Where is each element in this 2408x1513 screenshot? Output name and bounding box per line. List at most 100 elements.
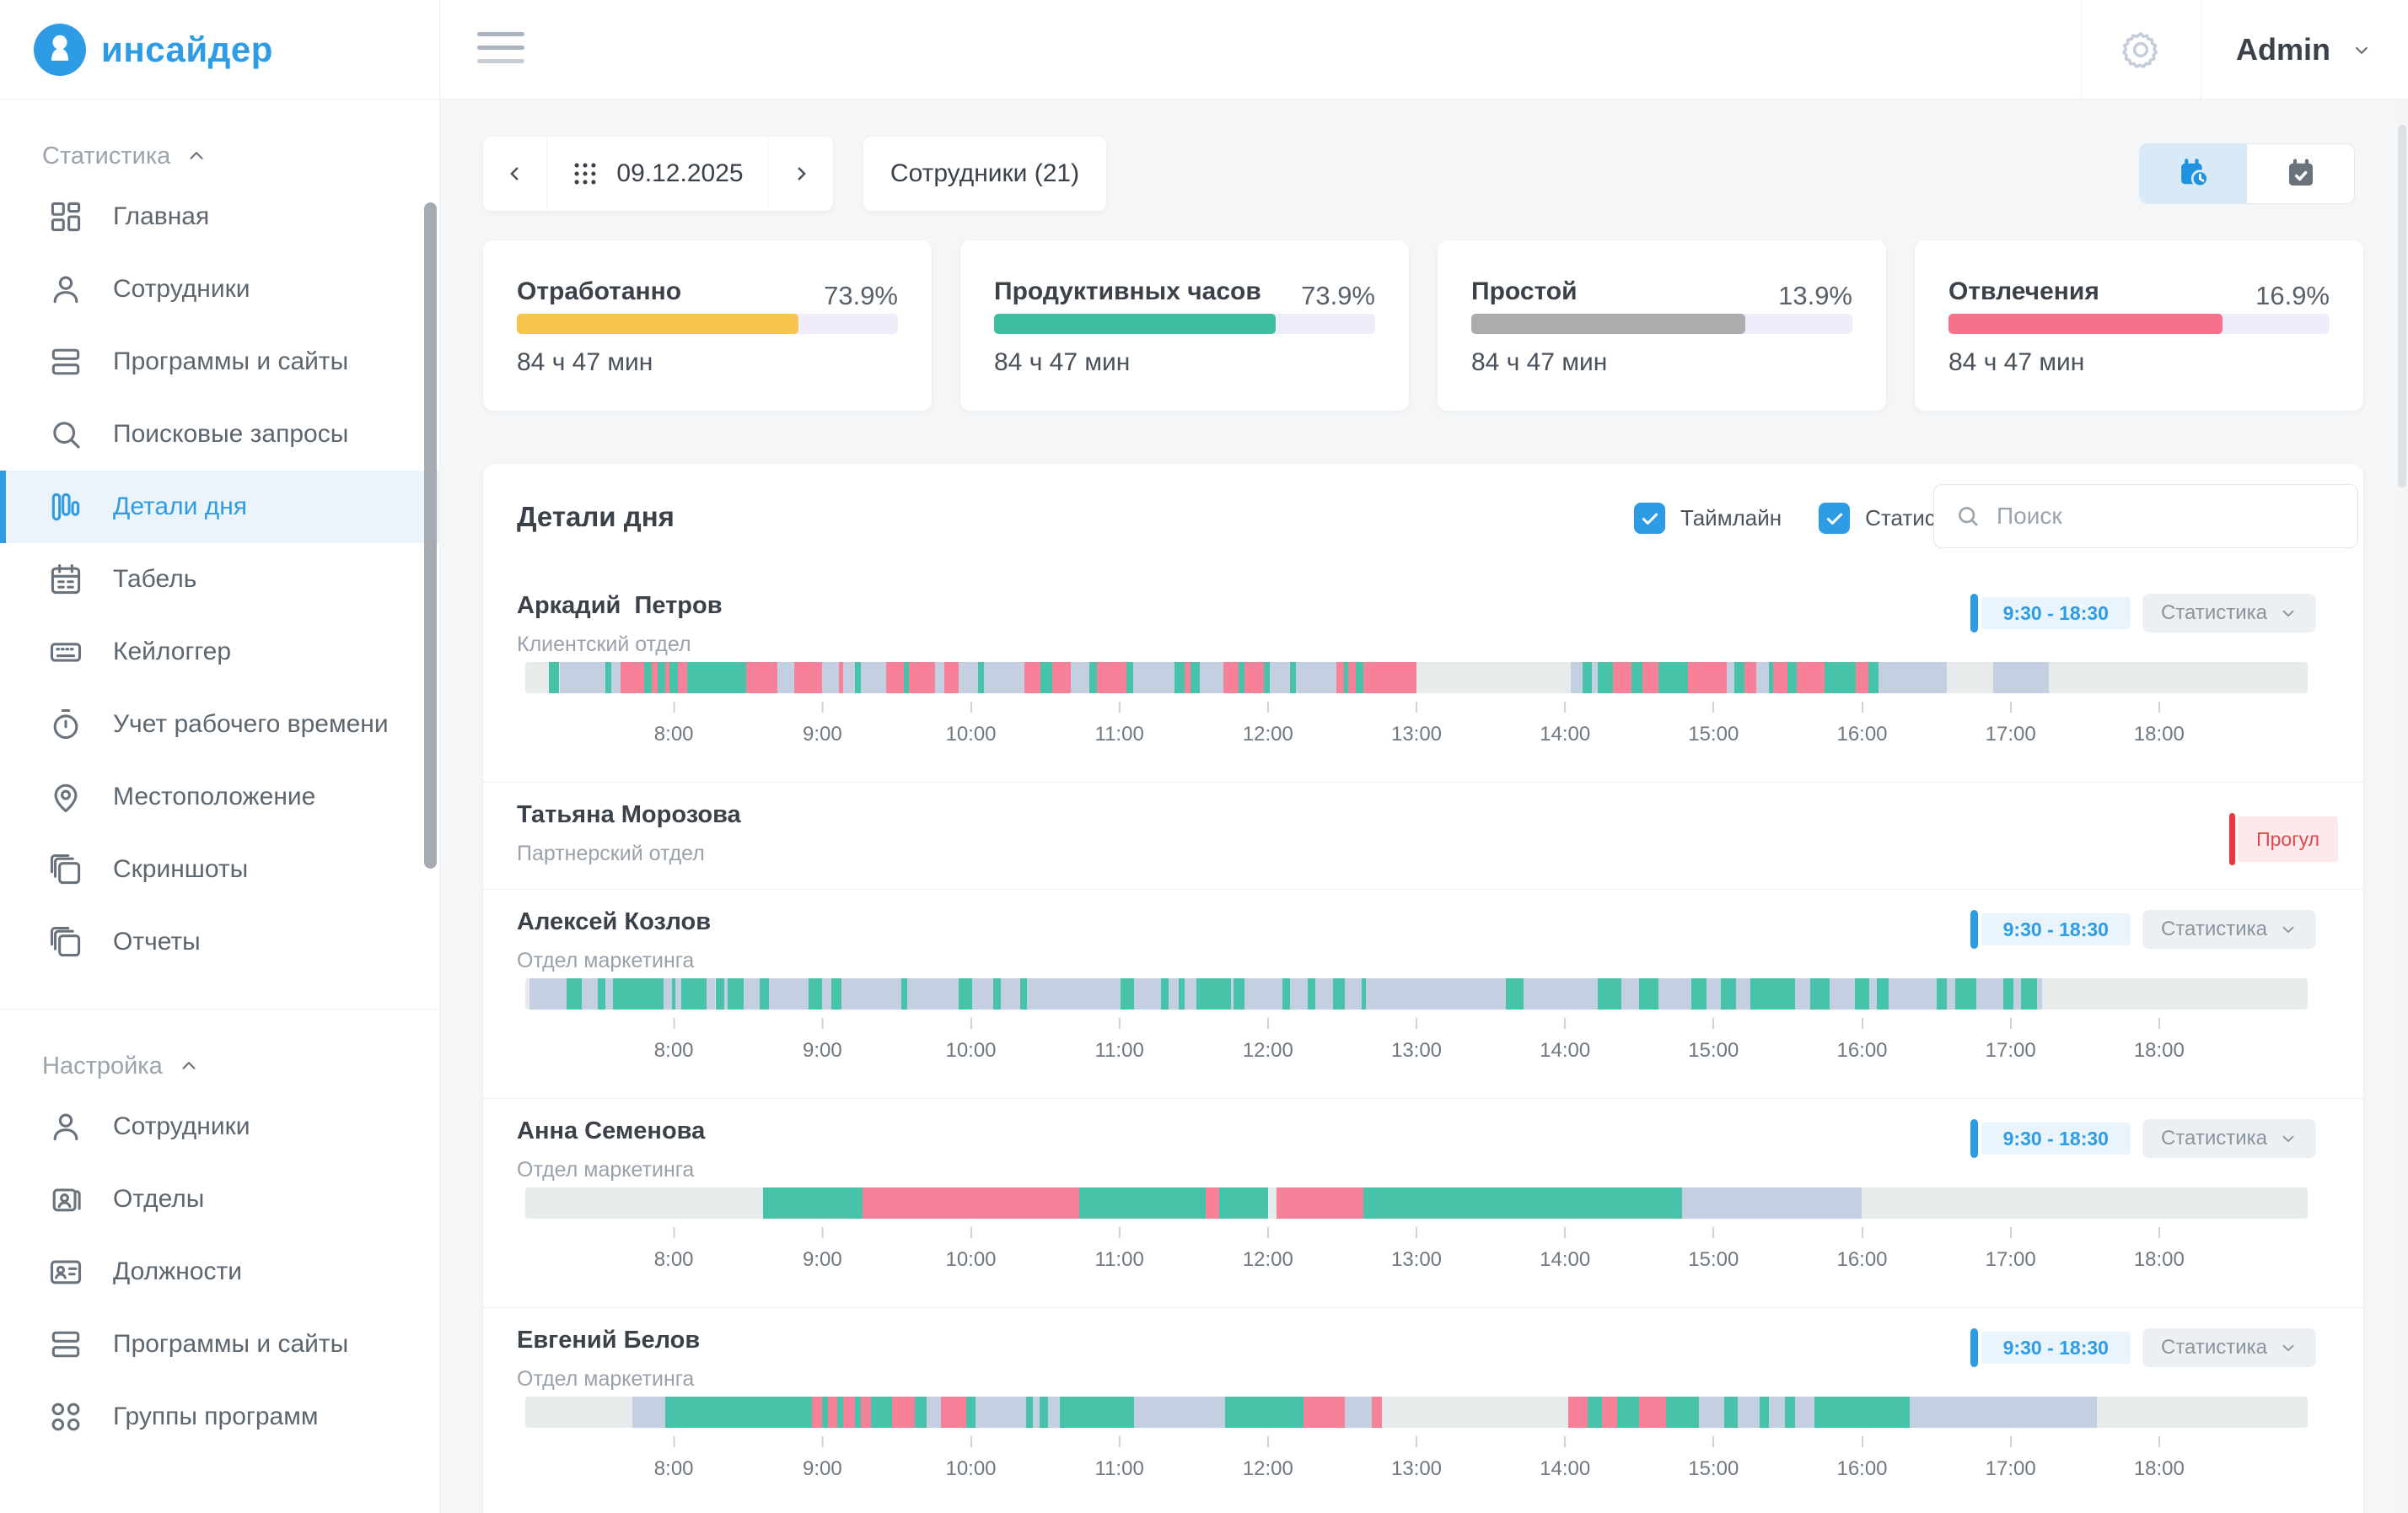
axis-tick: 15:00 [1688, 1436, 1739, 1481]
timeline-segment [861, 662, 886, 693]
sidebar-item-0-9[interactable]: Скриншоты [0, 833, 439, 906]
axis-tick: 13:00 [1391, 702, 1442, 746]
sidebar-item-0-0[interactable]: Главная [0, 180, 439, 253]
chevron-down-icon [2279, 1338, 2298, 1357]
timeline-segment [525, 662, 549, 693]
sidebar-item-1-2[interactable]: Должности [0, 1236, 439, 1308]
gear-icon [2119, 28, 2163, 72]
timeline-segment [744, 978, 760, 1010]
search-input[interactable] [1995, 502, 2337, 530]
axis-tick-label: 13:00 [1391, 1248, 1442, 1272]
stat-card-progress [1948, 314, 2330, 334]
sidebar-item-0-7[interactable]: Учет рабочего времени [0, 688, 439, 761]
user-menu[interactable]: Admin [2201, 0, 2408, 99]
settings-button[interactable] [2081, 0, 2201, 99]
timeline-segment [1264, 662, 1270, 693]
sidebar-item-label: Поисковые запросы [113, 420, 348, 449]
axis-tick-mark [2158, 702, 2160, 713]
sidebar-section-1[interactable]: Настройка [0, 1042, 439, 1090]
date-navigator: 09.12.2025 [483, 137, 833, 211]
sidebar-item-0-4[interactable]: Детали дня [0, 471, 439, 543]
axis-tick: 15:00 [1688, 1018, 1739, 1063]
timeline-segment [1060, 1397, 1134, 1428]
sidebar-item-0-8[interactable]: Местоположение [0, 761, 439, 833]
axis-tick-label: 9:00 [803, 1039, 842, 1063]
row-badges: 9:30 - 18:30Статистика [1970, 910, 2316, 949]
axis-tick-mark [1712, 1227, 1714, 1238]
app-logo[interactable]: инсайдер [0, 0, 439, 100]
timeline-segment [2049, 662, 2308, 693]
sidebar-item-0-2[interactable]: Программы и сайты [0, 326, 439, 398]
timeline-segment [993, 978, 1001, 1010]
axis-tick-mark [1119, 702, 1121, 713]
timeline-segment [2003, 978, 2013, 1010]
timeline-segment [976, 1397, 1026, 1428]
row-stats-button[interactable]: Статистика [2142, 594, 2316, 633]
sidebar-divider [0, 1009, 439, 1010]
stat-card: Отвлечения16.9%84 ч 47 мин [1915, 240, 2363, 411]
axis-tick-label: 15:00 [1688, 1039, 1739, 1063]
employees-filter-label: Сотрудники (21) [890, 159, 1079, 188]
topbar: Admin [440, 0, 2408, 100]
prev-day-button[interactable] [483, 137, 547, 211]
row-stats-button[interactable]: Статистика [2142, 910, 2316, 949]
timeline-segment [675, 978, 681, 1010]
timeline-segment [1613, 662, 1632, 693]
timeline-segment [1366, 978, 1506, 1010]
row-stats-button[interactable]: Статистика [2142, 1328, 2316, 1367]
page-scrollbar[interactable] [2396, 100, 2408, 1513]
sidebar-item-0-10[interactable]: Отчеты [0, 906, 439, 978]
page-scrollbar-thumb[interactable] [2398, 125, 2406, 487]
timeline-segment [769, 978, 809, 1010]
axis-tick-mark [1416, 1018, 1417, 1029]
sidebar-nav: Статистика Главная Сотрудники Программы и с… [0, 132, 439, 1453]
timeline-segment [1121, 978, 1134, 1010]
sidebar-item-1-4[interactable]: Группы программ [0, 1381, 439, 1453]
checkbox-0[interactable]: Таймлайн [1634, 503, 1782, 534]
timeline-segment [841, 978, 900, 1010]
sidebar-item-1-3[interactable]: Программы и сайты [0, 1308, 439, 1381]
employee-name: Алексей Козлов [517, 908, 711, 936]
date-picker-button[interactable]: 09.12.2025 [547, 137, 768, 211]
timeline-segment [1795, 1397, 1814, 1428]
sidebar-scrollbar[interactable] [424, 202, 437, 869]
timeline-segment [1161, 978, 1169, 1010]
axis-tick-label: 15:00 [1688, 723, 1739, 746]
view-toggle-attendance[interactable] [2247, 144, 2354, 203]
timeline-segment [909, 662, 936, 693]
sidebar-item-label: Сотрудники [113, 275, 250, 304]
timeline-segment [1738, 1397, 1760, 1428]
chevron-up-icon [185, 145, 207, 167]
sidebar-item-0-5[interactable]: Табель [0, 543, 439, 616]
sidebar-item-label: Табель [113, 565, 196, 594]
next-day-button[interactable] [768, 137, 833, 211]
axis-tick-label: 11:00 [1095, 1248, 1144, 1272]
hamburger-menu-icon[interactable] [477, 32, 524, 63]
stat-card-progress [517, 314, 898, 334]
employees-filter-button[interactable]: Сотрудники (21) [863, 137, 1106, 211]
timeline-segment [728, 978, 744, 1010]
timeline-segment [1734, 662, 1744, 693]
employee-rows: Аркадий ПетровКлиентский отдел9:30 - 18:… [483, 573, 2363, 1513]
timeline-segment [1889, 978, 1936, 1010]
timeline-segment [1814, 1397, 1910, 1428]
timeline-segment [1126, 662, 1132, 693]
sidebar-item-1-1[interactable]: Отделы [0, 1163, 439, 1236]
row-stats-button[interactable]: Статистика [2142, 1119, 2316, 1158]
sidebar-section-0[interactable]: Статистика [0, 132, 439, 180]
view-toggle-timeline[interactable] [2140, 144, 2247, 203]
timeline-segment [1345, 1397, 1372, 1428]
sidebar-section-label: Статистика [42, 143, 170, 170]
sidebar-item-0-6[interactable]: Кейлоггер [0, 616, 439, 688]
sidebar-item-0-3[interactable]: Поисковые запросы [0, 398, 439, 471]
timeline-segment [1947, 978, 1956, 1010]
timeline-segment [1356, 662, 1363, 693]
timeline-segment [1026, 1397, 1034, 1428]
timeline-segment [549, 662, 559, 693]
search-box[interactable] [1933, 484, 2358, 548]
sidebar-item-0-1[interactable]: Сотрудники [0, 253, 439, 326]
axis-tick-label: 14:00 [1540, 1457, 1590, 1481]
axis-tick-label: 10:00 [945, 1248, 996, 1272]
stat-card-title: Продуктивных часов [994, 277, 1261, 306]
sidebar-item-1-0[interactable]: Сотрудники [0, 1090, 439, 1163]
